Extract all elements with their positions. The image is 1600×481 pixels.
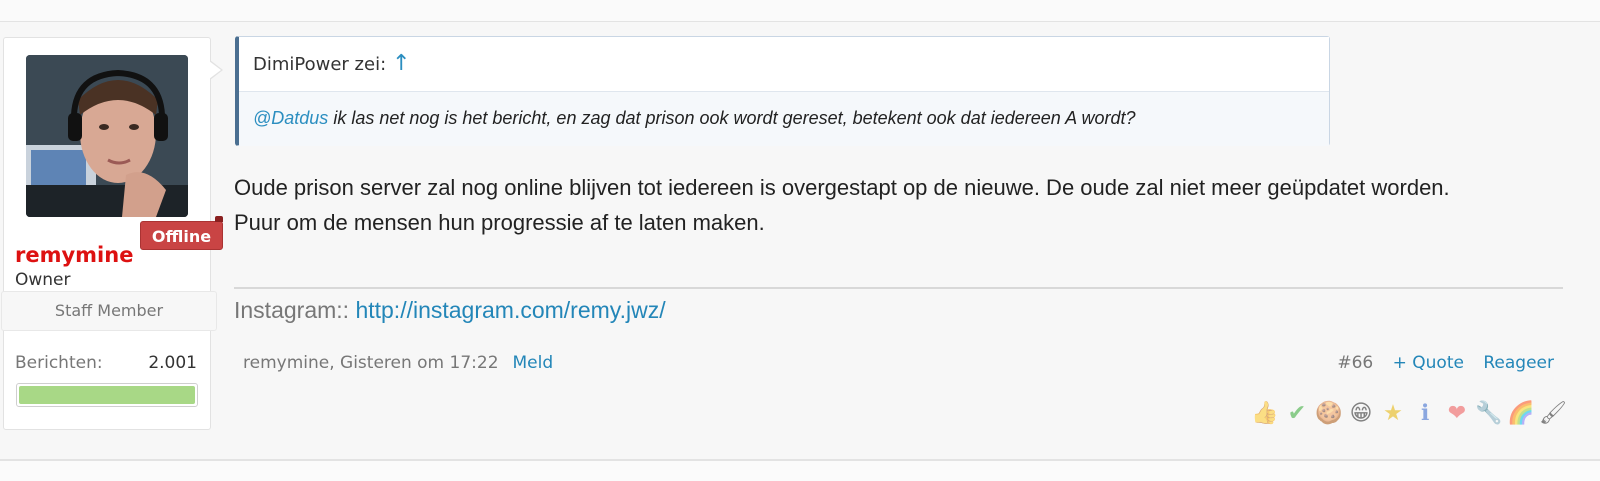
quote-text: ik las net nog is het bericht, en zag da… [328,108,1136,128]
staff-banner: Staff Member [1,291,217,331]
signature-label: Instagram:: [234,297,356,323]
report-link[interactable]: Meld [513,353,554,373]
quote-body: @Datdus ik las net nog is het bericht, e… [239,92,1329,146]
post-actions: #66 + Quote Reageer [1323,353,1554,373]
reply-button[interactable]: Reageer [1483,353,1554,373]
quote-author: DimiPower zei: [253,54,387,75]
status-badge: Offline [140,216,223,250]
star-medal-icon[interactable]: ★ [1379,400,1407,428]
trophy-progress-bar [16,383,198,407]
message-line-1: Oude prison server zal nog online blijve… [234,175,1450,200]
rainbow-icon[interactable]: 🌈 [1507,400,1535,428]
user-card: Offline remymine Owner Staff Member Beri… [1,37,223,430]
check-icon[interactable]: ✔ [1283,400,1311,428]
post-author-date[interactable]: remymine, Gisteren om 17:22 [243,353,499,373]
avatar[interactable] [26,55,188,217]
reaction-bar: 👍 ✔ 🍪 😁 ★ ℹ ❤ 🔧 🌈 🖌 [1251,400,1567,428]
thumbs-up-icon[interactable]: 👍 [1251,400,1279,428]
brush-icon[interactable]: 🖌 [1539,400,1567,428]
signature-divider [234,287,1563,289]
signature: Instagram:: http://instagram.com/remy.jw… [234,297,666,324]
user-title: Owner [15,270,71,290]
wrench-icon[interactable]: 🔧 [1475,400,1503,428]
card-arrow [209,60,223,80]
post-number-link[interactable]: #66 [1337,353,1373,373]
post-meta: remymine, Gisteren om 17:22 Meld [243,353,553,373]
username-link[interactable]: remymine [15,243,133,267]
bottom-strip [0,461,1600,481]
top-strip [0,0,1600,22]
quote-block: DimiPower zei: ↑ @Datdus ik las net nog i… [235,36,1330,146]
message-body: Oude prison server zal nog online blijve… [234,170,1574,240]
posts-count[interactable]: 2.001 [148,353,197,373]
posts-label: Berichten: [15,353,103,373]
quote-button[interactable]: + Quote [1393,353,1464,373]
message-line-2: Puur om de mensen hun progressie af te l… [234,210,765,235]
cookie-icon[interactable]: 🍪 [1315,400,1343,428]
trophy-progress-fill [19,386,195,404]
instagram-link[interactable]: http://instagram.com/remy.jwz/ [355,297,665,323]
mention-link[interactable]: @Datdus [253,108,328,128]
jump-to-quote-icon[interactable]: ↑ [392,51,410,76]
heart-icon[interactable]: ❤ [1443,400,1471,428]
quote-header: DimiPower zei: ↑ [239,37,1329,92]
laugh-icon[interactable]: 😁 [1347,400,1375,428]
info-icon[interactable]: ℹ [1411,400,1439,428]
